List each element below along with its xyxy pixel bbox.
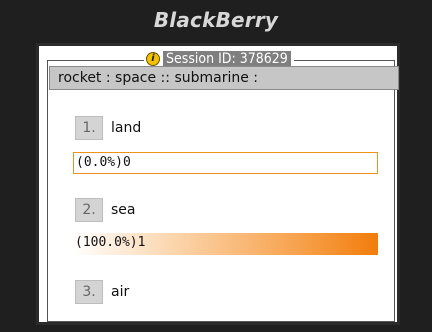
result-text-2: (100.0%)1 [75, 235, 146, 250]
session-id: Session ID: 378629 [163, 51, 291, 67]
result-bar-2: (100.0%)1 [73, 233, 378, 255]
option-label-2: sea [111, 202, 136, 218]
option-1[interactable]: 1. land [75, 116, 141, 140]
result-text-1: (0.0%)0 [76, 155, 131, 170]
question-text: rocket : space :: submarine : [49, 66, 399, 90]
option-3[interactable]: 3. air [75, 280, 129, 304]
option-number-1[interactable]: 1. [75, 116, 103, 140]
option-number-2[interactable]: 2. [75, 198, 103, 222]
app-screen: i Session ID: 378629 rocket : space :: s… [36, 43, 400, 325]
brand-logo: BlackBerry [153, 8, 279, 32]
option-label-1: land [111, 120, 142, 136]
info-icon: i [146, 52, 160, 66]
option-number-3[interactable]: 3. [75, 280, 103, 304]
option-2[interactable]: 2. sea [75, 198, 136, 222]
result-bar-1: (0.0%)0 [73, 152, 378, 174]
device-frame: BlackBerry i Session ID: 378629 rocket :… [0, 0, 432, 332]
option-label-3: air [111, 284, 130, 300]
